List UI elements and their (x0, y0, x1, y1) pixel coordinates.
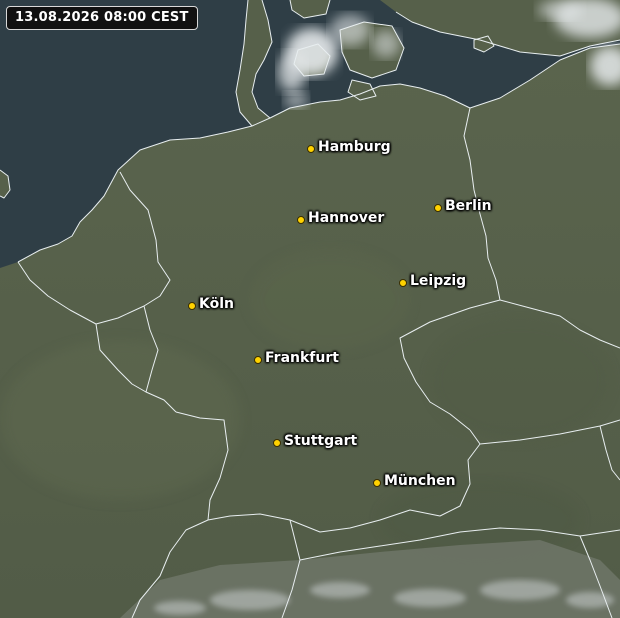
city-label: Frankfurt (265, 350, 339, 366)
map-canvas (0, 0, 620, 618)
timestamp-badge: 13.08.2026 08:00 CEST (6, 6, 198, 30)
city-dot-icon (188, 302, 196, 310)
city-dot-icon (399, 279, 407, 287)
city-dot-icon (434, 204, 442, 212)
city-dot-icon (297, 216, 305, 224)
city-dot-icon (307, 145, 315, 153)
city-label: Hamburg (318, 139, 391, 155)
city-dot-icon (273, 439, 281, 447)
satellite-map[interactable]: 13.08.2026 08:00 CEST Hamburg Berlin Han… (0, 0, 620, 618)
city-label: Leipzig (410, 273, 467, 289)
city-label: Berlin (445, 198, 492, 214)
city-label: Hannover (308, 210, 385, 226)
city-label: Stuttgart (284, 433, 358, 449)
city-dot-icon (373, 479, 381, 487)
city-dot-icon (254, 356, 262, 364)
city-label: München (384, 473, 456, 489)
city-label: Köln (199, 296, 234, 312)
